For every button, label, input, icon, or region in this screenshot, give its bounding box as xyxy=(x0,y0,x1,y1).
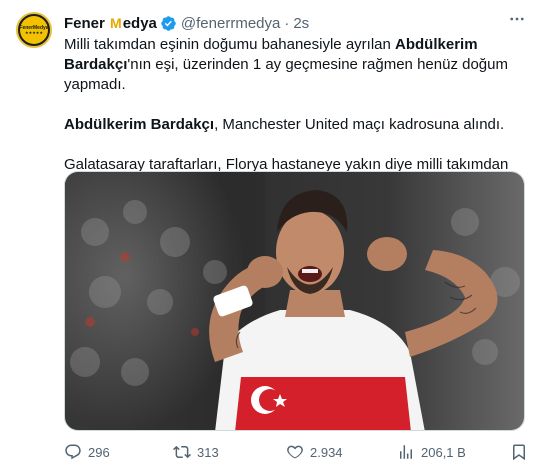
author-name-prefix: Fener xyxy=(64,14,105,32)
photo-player-celebrating xyxy=(65,172,524,430)
tweet-photo[interactable] xyxy=(64,171,525,431)
bookmark-button[interactable] xyxy=(510,442,528,462)
views-button[interactable]: 206,1 B xyxy=(397,442,466,462)
reply-count: 296 xyxy=(88,444,110,460)
separator-dot: · xyxy=(284,14,290,32)
tweet-actions: 296 313 2.934 206,1 B xyxy=(64,442,528,462)
tweet-text-bold: Abdülkerim Bardakçı xyxy=(64,116,215,133)
more-icon[interactable] xyxy=(508,10,526,33)
author-name[interactable]: Fener Medya xyxy=(64,15,157,32)
verified-badge-icon xyxy=(160,15,177,32)
views-count: 206,1 B xyxy=(421,444,466,460)
tweet-text-segment: , Manchester United maçı kadrosuna alınd… xyxy=(214,116,505,133)
like-count: 2.934 xyxy=(310,444,343,460)
avatar-logo-stars: ★★★★★ xyxy=(25,30,43,35)
bookmark-icon xyxy=(513,444,525,461)
like-icon xyxy=(287,445,303,459)
author-handle[interactable]: @fenerrmedya xyxy=(181,15,280,32)
author-name-suffix: edya xyxy=(122,14,157,32)
tweet-text-segment: Milli takımdan eşinin doğumu bahanesiyle… xyxy=(64,36,396,53)
reply-button[interactable]: 296 xyxy=(64,442,110,462)
tweet-timestamp[interactable]: 2s xyxy=(293,15,309,32)
reply-icon xyxy=(65,444,81,460)
tweet-paragraph-1: Milli takımdan eşinin doğumu bahanesiyle… xyxy=(64,35,528,95)
views-icon xyxy=(400,445,412,459)
like-button[interactable]: 2.934 xyxy=(286,442,343,462)
author-name-logo-letter: M xyxy=(110,14,122,31)
tweet[interactable]: FenerMedya ★★★★★ Fener Medya @fenerrmedy… xyxy=(0,0,542,471)
avatar[interactable]: FenerMedya ★★★★★ xyxy=(16,12,52,48)
retweet-icon xyxy=(173,445,191,459)
avatar-logo: FenerMedya ★★★★★ xyxy=(19,16,49,44)
tweet-text-segment: 'nın eşi, üzerinden 1 ay geçmesine rağme… xyxy=(64,56,508,93)
retweet-count: 313 xyxy=(197,444,219,460)
tweet-header: Fener Medya @fenerrmedya · 2s xyxy=(64,13,309,33)
tweet-paragraph-2: Abdülkerim Bardakçı, Manchester United m… xyxy=(64,115,528,135)
retweet-button[interactable]: 313 xyxy=(173,442,219,462)
